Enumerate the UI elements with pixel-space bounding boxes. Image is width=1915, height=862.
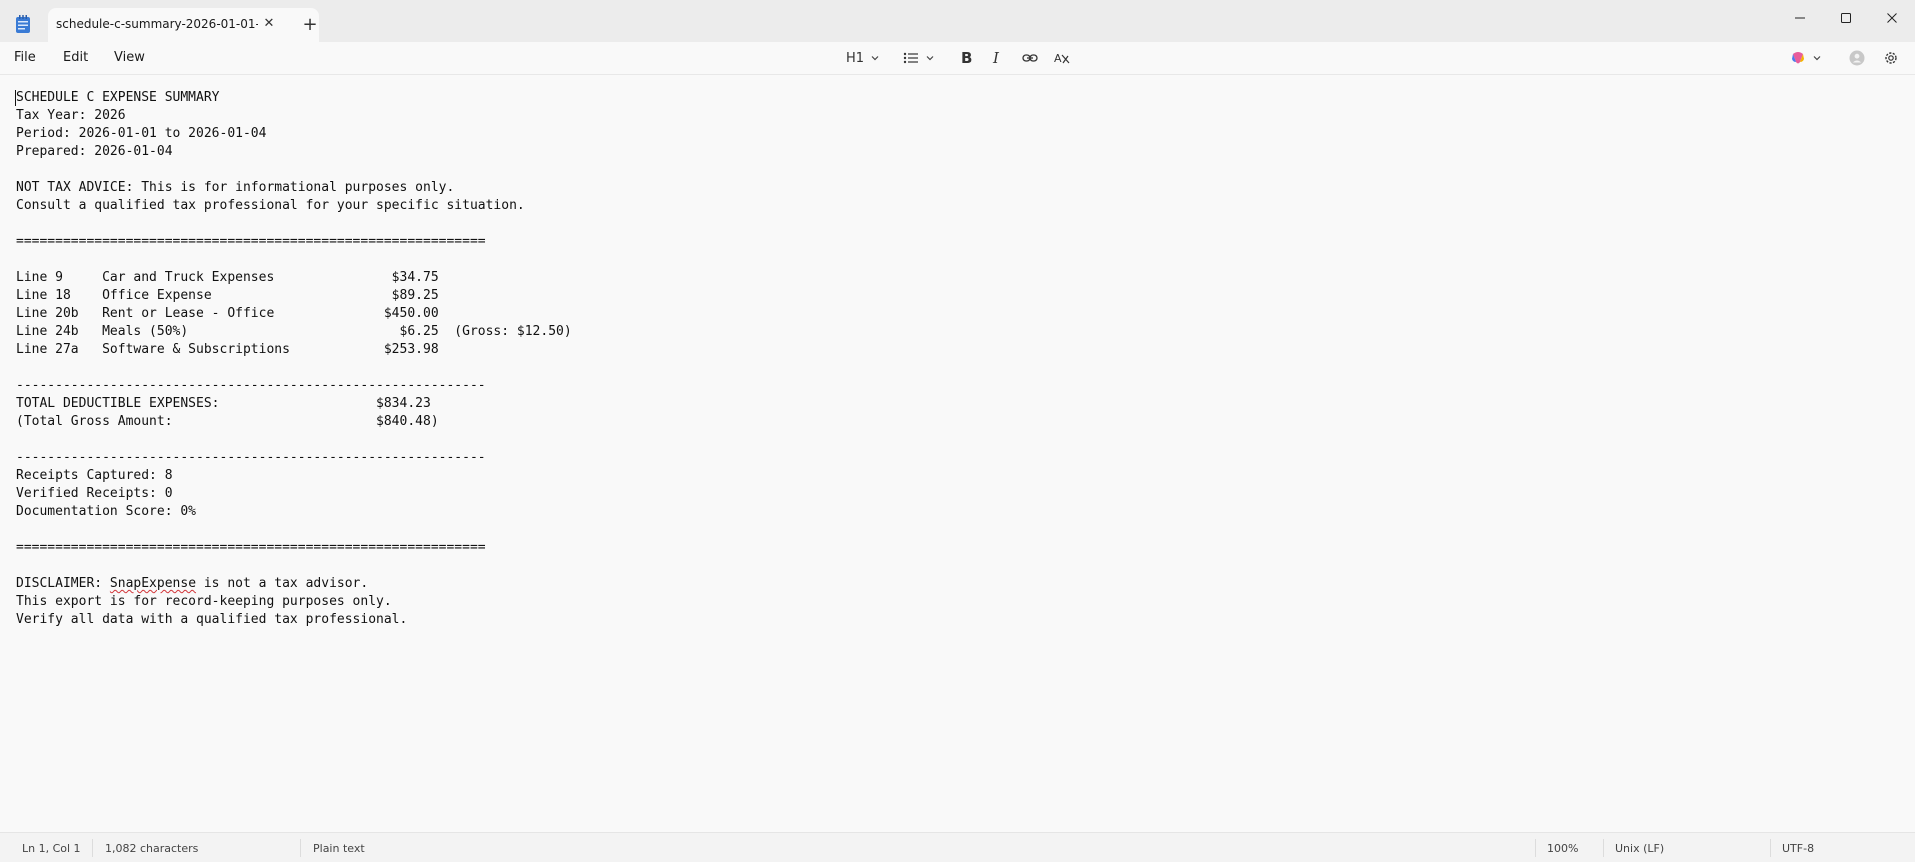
clear-formatting-icon[interactable]: A	[1054, 46, 1070, 70]
character-count: 1,082 characters	[105, 842, 199, 855]
tab-title: schedule-c-summary-2026-01-01-t	[56, 17, 258, 31]
document-line: Period: 2026-01-01 to 2026-01-04	[16, 126, 267, 141]
title-bar: schedule-c-summary-2026-01-01-t ✕ +	[0, 0, 1915, 42]
document-line: Line 9 Car and Truck Expenses $34.75	[16, 270, 439, 285]
document-line: Verify all data with a qualified tax pro…	[16, 612, 408, 627]
document-line: ----------------------------------------…	[16, 378, 486, 393]
copilot-icon	[1792, 52, 1804, 64]
notepad-window: schedule-c-summary-2026-01-01-t ✕ + File…	[0, 0, 1915, 862]
status-divider	[1603, 839, 1604, 857]
document-line: ----------------------------------------…	[16, 450, 486, 465]
document-line: Line 20b Rent or Lease - Office $450.00	[16, 306, 439, 321]
status-bar: Ln 1, Col 1 1,082 characters Plain text …	[0, 832, 1915, 862]
link-icon[interactable]	[1022, 46, 1038, 70]
heading-dropdown[interactable]: H1	[846, 46, 880, 70]
status-divider	[1770, 839, 1771, 857]
document-line: Documentation Score: 0%	[16, 504, 197, 519]
copilot-button[interactable]	[1790, 46, 1822, 70]
chevron-down-icon	[926, 56, 934, 61]
document-line: This export is for record-keeping purpos…	[16, 594, 392, 609]
bulleted-list-icon	[903, 52, 918, 64]
menu-bar: File Edit View H1 B I A	[0, 42, 1915, 75]
maximize-icon[interactable]	[1824, 4, 1868, 32]
document-line: Tax Year: 2026	[16, 108, 126, 123]
list-dropdown[interactable]	[903, 46, 935, 70]
menu-file[interactable]: File	[14, 50, 36, 65]
close-icon[interactable]: ✕	[260, 15, 278, 33]
document-line: Consult a qualified tax professional for…	[16, 198, 525, 213]
text-editor[interactable]: SCHEDULE C EXPENSE SUMMARY Tax Year: 202…	[0, 75, 1915, 831]
zoom-level[interactable]: 100%	[1547, 842, 1578, 855]
notepad-app-icon	[14, 14, 32, 34]
chevron-down-icon	[871, 56, 879, 61]
document-line: Prepared: 2026-01-04	[16, 144, 173, 159]
status-divider	[1535, 839, 1536, 857]
close-window-icon[interactable]	[1870, 4, 1914, 32]
menu-edit[interactable]: Edit	[63, 50, 88, 65]
document-line: DISCLAIMER: SnapExpense is not a tax adv…	[16, 576, 369, 591]
plus-icon[interactable]: +	[300, 15, 320, 35]
document-line: Receipts Captured: 8	[16, 468, 173, 483]
cursor-position: Ln 1, Col 1	[22, 842, 81, 855]
text-format[interactable]: Plain text	[313, 842, 365, 855]
encoding[interactable]: UTF-8	[1782, 842, 1814, 855]
document-line: Verified Receipts: 0	[16, 486, 173, 501]
status-divider	[92, 839, 93, 857]
document-line: ========================================…	[16, 234, 486, 249]
document-line: (Total Gross Amount: $840.48)	[16, 414, 439, 429]
bold-icon[interactable]: B	[961, 46, 972, 70]
document-line: Line 18 Office Expense $89.25	[16, 288, 439, 303]
document-line: TOTAL DEDUCTIBLE EXPENSES: $834.23	[16, 396, 431, 411]
account-icon[interactable]	[1849, 46, 1865, 70]
italic-icon[interactable]: I	[993, 46, 999, 70]
misspelled-word[interactable]: SnapExpense	[110, 576, 196, 591]
gear-icon[interactable]	[1883, 46, 1899, 70]
document-line: Line 27a Software & Subscriptions $253.9…	[16, 342, 439, 357]
document-tab[interactable]: schedule-c-summary-2026-01-01-t ✕	[48, 8, 319, 42]
chevron-down-icon	[1813, 56, 1821, 61]
line-endings[interactable]: Unix (LF)	[1615, 842, 1664, 855]
document-text[interactable]: SCHEDULE C EXPENSE SUMMARY Tax Year: 202…	[16, 89, 572, 629]
document-line: Line 24b Meals (50%) $6.25 (Gross: $12.5…	[16, 324, 572, 339]
status-divider	[300, 839, 301, 857]
svg-text:A: A	[1054, 52, 1062, 65]
heading-label: H1	[846, 50, 865, 66]
document-line: SCHEDULE C EXPENSE SUMMARY	[16, 90, 220, 105]
menu-view[interactable]: View	[114, 50, 145, 65]
document-line: ========================================…	[16, 540, 486, 555]
document-line: NOT TAX ADVICE: This is for informationa…	[16, 180, 455, 195]
minimize-icon[interactable]	[1778, 4, 1822, 32]
